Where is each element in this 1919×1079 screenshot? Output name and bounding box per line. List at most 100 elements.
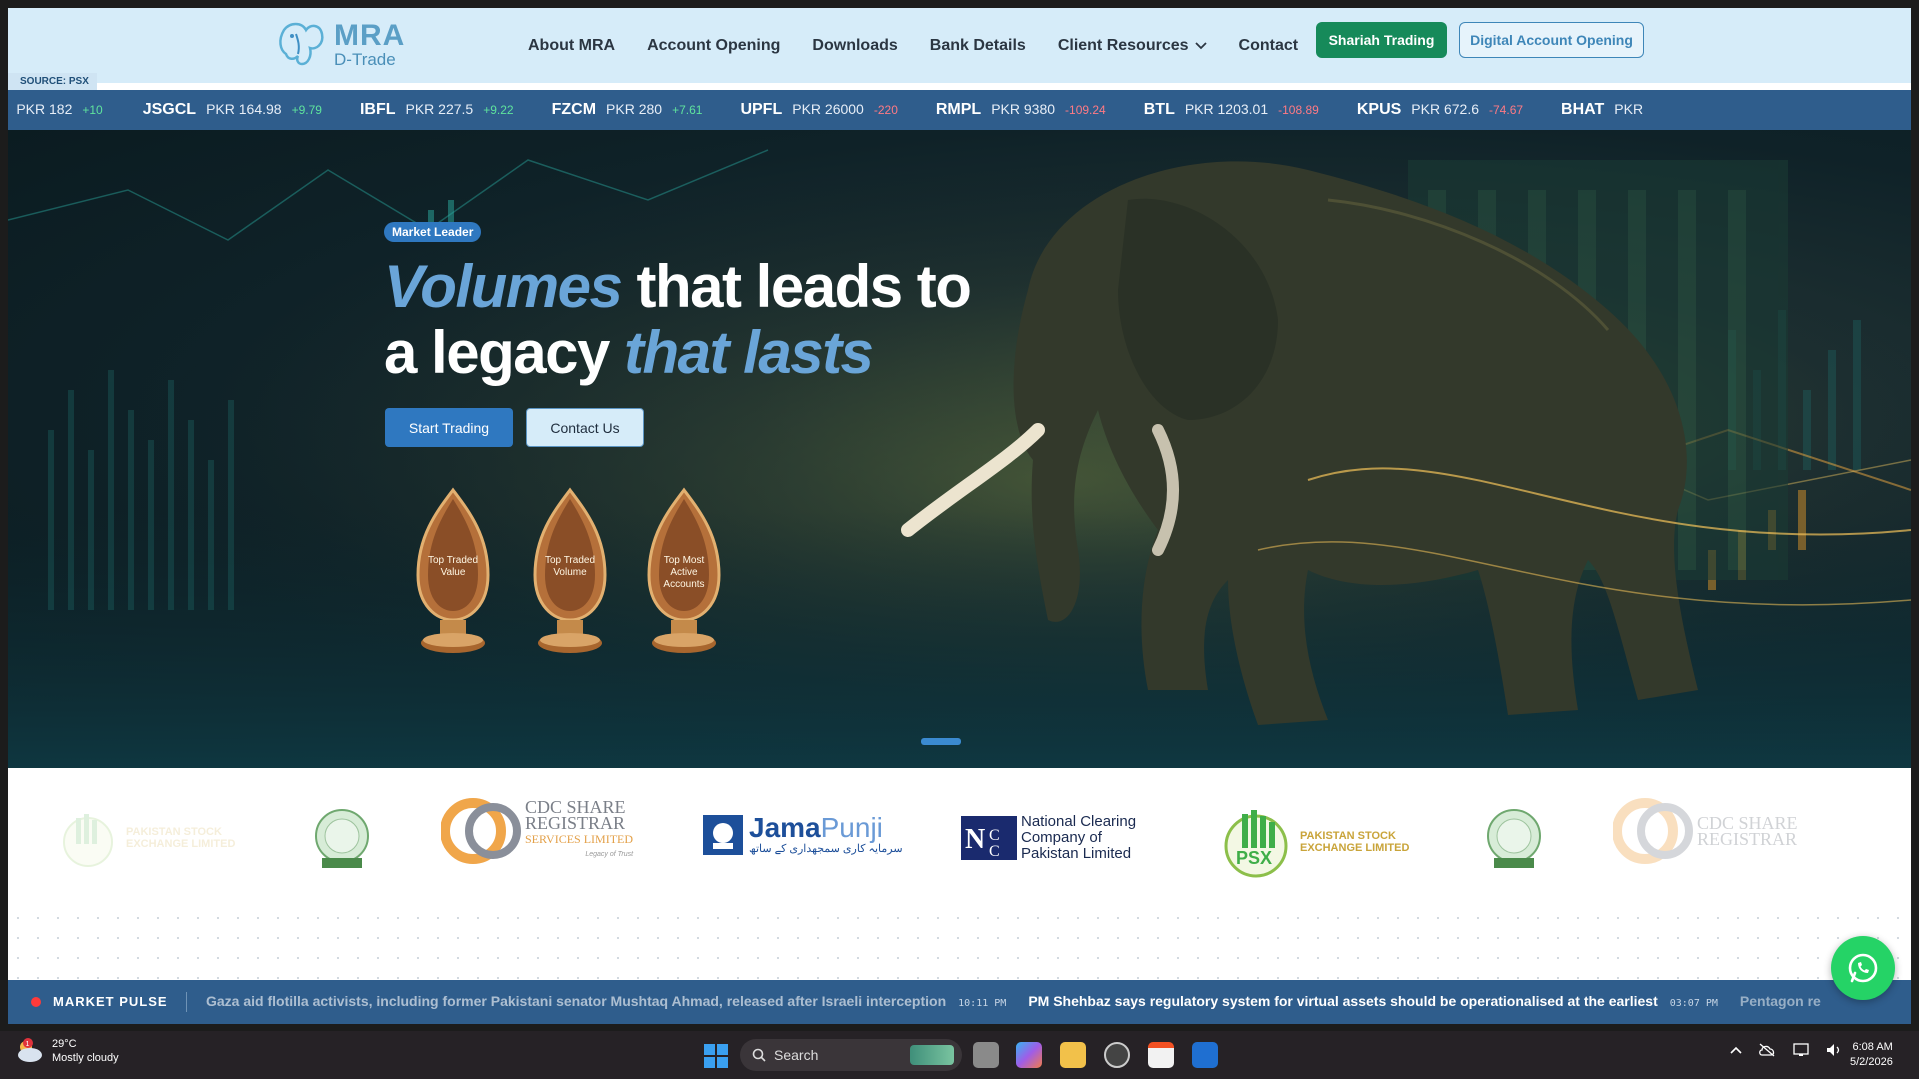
file-explorer-icon[interactable] [1060,1042,1086,1068]
jamapunji-logo: JamaPunji سرمایہ کاری سمجھداری کے ساتھ [703,814,903,855]
weather-text: 29°C Mostly cloudy [52,1037,119,1065]
carousel-indicator[interactable] [921,738,961,745]
market-pulse-label: MARKET PULSE [53,994,168,1009]
contact-us-button[interactable]: Contact Us [526,408,644,447]
nav-about[interactable]: About MRA [528,37,615,55]
taskbar-clock[interactable]: 6:08 AM 5/2/2026 [1850,1040,1893,1070]
search-icon [752,1048,766,1062]
partners-strip: PAKISTAN STOCK EXCHANGE LIMITED CDC SHAR… [8,768,1911,908]
logo-text: MRA D-Trade [334,18,406,68]
ticker-item: FZCM PKR 280 +7.61 [552,101,703,119]
nccpl-logo: NCC National Clearing Company of Pakista… [961,814,1136,862]
windows-start-icon[interactable] [704,1044,728,1068]
market-pulse-bar: MARKET PULSE Gaza aid flotilla activists… [8,980,1911,1024]
ticker-symbol: KPUS [1356,101,1402,118]
ticker-change: -74.67 [1489,103,1524,117]
secp-seal-icon [315,809,369,868]
nav-bank-details[interactable]: Bank Details [930,37,1026,55]
start-trading-button[interactable]: Start Trading [385,408,513,447]
weather-temp: 29°C [52,1038,77,1050]
ticker-price: PKR [1614,101,1644,117]
cdc-tag: Legacy of Trust [585,851,634,858]
nav-client-resources[interactable]: Client Resources [1058,37,1207,55]
chevron-down-icon [1194,41,1207,49]
psx-logo: PSX PAKISTAN STOCK EXCHANGE LIMITED [1220,806,1410,878]
nccpl-mark-icon: N CC [961,816,1017,860]
cdc-logo-faded: CDC SHARE REGISTRAR [1613,798,1798,864]
network-icon[interactable] [1792,1043,1810,1057]
taskbar-search[interactable]: Search [740,1039,962,1071]
cdc-line2: REGISTRAR [1697,829,1798,849]
outlook-icon[interactable] [1192,1042,1218,1068]
ticker-change: +7.61 [672,103,703,117]
psx-mark-icon: PSX [1224,810,1288,878]
weather-cloud-icon: 1 [18,1038,42,1062]
ticker-item: BTL PKR 1203.01 -108.89 [1144,101,1319,119]
trophy-top-traded-value: Top Traded Value [408,485,498,660]
ticker-change: -108.89 [1278,103,1319,117]
ticker-change: +10 [82,103,103,117]
logo-line1: MRA [334,18,406,52]
ticker-change: +9.79 [291,103,322,117]
trophy-label: Top Traded Volume [544,555,596,578]
windows-taskbar: 1 29°C Mostly cloudy Search 6:08 AM 5/2/… [0,1031,1919,1079]
psx-logo-faded: PAKISTAN STOCK EXCHANGE LIMITED [58,808,236,868]
ticker-item: MPKR 182+10 [8,101,103,119]
task-view-icon[interactable] [973,1042,999,1068]
nccpl-line1: National Clearing [1021,813,1137,830]
ticker-price: PKR 182 [16,101,73,117]
secp-logo [310,806,374,870]
chevron-up-icon[interactable] [1730,1046,1742,1054]
news-time: 10:11 PM [958,998,1007,1009]
whatsapp-button[interactable] [1831,936,1895,1000]
shariah-trading-button[interactable]: Shariah Trading [1316,22,1447,58]
trophy-label: Top Most Active Accounts [663,555,705,590]
clock-time: 6:08 AM [1852,1041,1893,1053]
ticker-price: PKR 9380 [991,101,1056,117]
news-text: Gaza aid flotilla activists, including f… [206,993,947,1009]
psx-mark-icon [63,814,113,867]
weather-desc: Mostly cloudy [52,1052,119,1064]
news-item[interactable]: Pentagon re [1740,993,1821,1011]
news-time: 03:07 PM [1669,998,1718,1009]
headline-part-1: that leads to [621,253,972,320]
m365-icon[interactable] [1016,1042,1042,1068]
jamapunji-text: JamaPunji سرمایہ کاری سمجھداری کے ساتھ [749,812,903,856]
digital-account-opening-button[interactable]: Digital Account Opening [1459,22,1644,58]
ticker-price: PKR 672.6 [1411,101,1480,117]
headline-accent-1: Volumes [384,253,623,320]
news-item[interactable]: PM Shehbaz says regulatory system for vi… [1028,993,1718,1011]
ticker-price: PKR 1203.01 [1184,101,1269,117]
search-highlight-icon [910,1045,954,1065]
nav-downloads[interactable]: Downloads [812,37,897,55]
weather-badge: 1 [26,1041,30,1048]
psx-short: PSX [1236,848,1272,868]
news-text: PM Shehbaz says regulatory system for vi… [1028,993,1658,1009]
trophy-label: Top Traded Value [427,555,479,578]
elephant-logo-icon [279,22,324,66]
volume-icon[interactable] [1826,1043,1842,1057]
psx-text: PAKISTAN STOCK EXCHANGE LIMITED [126,826,236,850]
main-nav: About MRA Account Opening Downloads Bank… [528,8,1298,83]
punji-word: Punji [820,812,883,843]
nav-contact[interactable]: Contact [1239,37,1299,55]
jama-urdu: سرمایہ کاری سمجھداری کے ساتھ [749,843,903,855]
search-label: Search [774,1047,819,1063]
news-text: Pentagon re [1739,993,1821,1009]
dotted-background [8,908,1911,988]
nccpl-line3: Pakistan Limited [1021,845,1132,862]
nav-account-opening[interactable]: Account Opening [647,37,780,55]
hero-headline: Volumes that leads to a legacy that last… [384,254,1084,386]
cloud-offline-icon[interactable] [1758,1043,1776,1057]
store-icon[interactable] [1148,1042,1174,1068]
weather-widget[interactable]: 1 29°C Mostly cloudy [14,1037,119,1065]
ticker-symbol: BHAT [1561,101,1605,118]
ticker-price: PKR 26000 [792,101,864,117]
svg-text:N: N [965,824,985,855]
browser-icon[interactable] [1104,1042,1130,1068]
ticker-symbol: IBFL [359,101,396,118]
news-ticker: Gaza aid flotilla activists, including f… [206,993,1821,1011]
mra-logo[interactable]: MRA D-Trade [276,18,436,70]
news-item[interactable]: Gaza aid flotilla activists, including f… [206,993,1006,1011]
hero-banner: Market Leader Volumes that leads to a le… [8,130,1911,768]
